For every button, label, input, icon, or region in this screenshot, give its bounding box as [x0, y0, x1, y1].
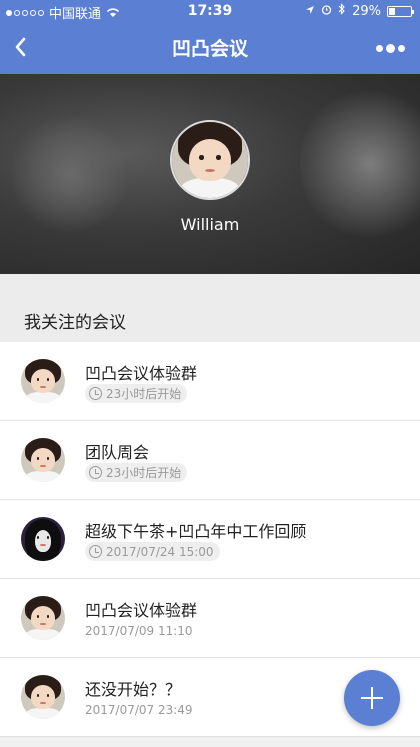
avatar	[21, 438, 65, 482]
meeting-time: 2017/07/09 11:10	[85, 624, 193, 638]
battery-icon	[387, 5, 414, 17]
bluetooth-icon	[338, 3, 346, 19]
meeting-title: 超级下午茶+凹凸年中工作回顾	[85, 522, 307, 541]
status-bar: 中国联通 17:39 29%	[0, 0, 420, 22]
battery-fill	[389, 7, 396, 15]
status-badge: 23小时后开始	[85, 463, 188, 482]
clock-icon	[89, 545, 102, 558]
meeting-title: 还没开始？？	[85, 680, 182, 699]
more-dots-icon[interactable]	[376, 37, 410, 59]
section-title: 我关注的会议	[24, 313, 126, 333]
list-item[interactable]: 团队周会 23小时后开始	[0, 421, 420, 500]
avatar	[21, 359, 65, 403]
meeting-title: 凹凸会议体验群	[85, 364, 198, 383]
page-title: 凹凸会议	[171, 38, 248, 60]
top-bar: 中国联通 17:39 29% 凹凸会议	[0, 0, 420, 74]
add-meeting-button[interactable]	[344, 670, 400, 726]
meeting-time: 23小时后开始	[106, 387, 182, 401]
avatar	[21, 596, 65, 640]
location-icon	[305, 4, 315, 19]
avatar	[21, 675, 65, 719]
meeting-title: 团队周会	[85, 443, 150, 462]
meeting-time: 2017/07/24 15:00	[106, 544, 214, 559]
profile-banner: William	[0, 74, 420, 274]
status-badge: 2017/07/24 15:00	[85, 542, 220, 561]
navigation-bar: 凹凸会议	[0, 22, 420, 74]
status-right: 29%	[305, 3, 414, 19]
section-header: 我关注的会议	[0, 274, 420, 342]
meeting-time: 2017/07/07 23:49	[85, 703, 193, 717]
profile-name: William	[180, 215, 240, 234]
clock-icon	[89, 466, 102, 479]
list-item[interactable]: 凹凸会议体验群 23小时后开始	[0, 342, 420, 421]
avatar[interactable]	[170, 120, 250, 200]
meeting-title: 凹凸会议体验群	[85, 601, 198, 620]
alarm-icon	[321, 4, 332, 19]
list-item[interactable]: 凹凸会议体验群 2017/07/09 11:10	[0, 579, 420, 658]
list-item[interactable]: 超级下午茶+凹凸年中工作回顾 2017/07/24 15:00	[0, 500, 420, 579]
status-badge: 23小时后开始	[85, 384, 188, 403]
avatar	[21, 517, 65, 561]
meeting-time: 23小时后开始	[106, 466, 182, 480]
clock-icon	[89, 387, 102, 400]
battery-percent: 29%	[352, 3, 381, 19]
